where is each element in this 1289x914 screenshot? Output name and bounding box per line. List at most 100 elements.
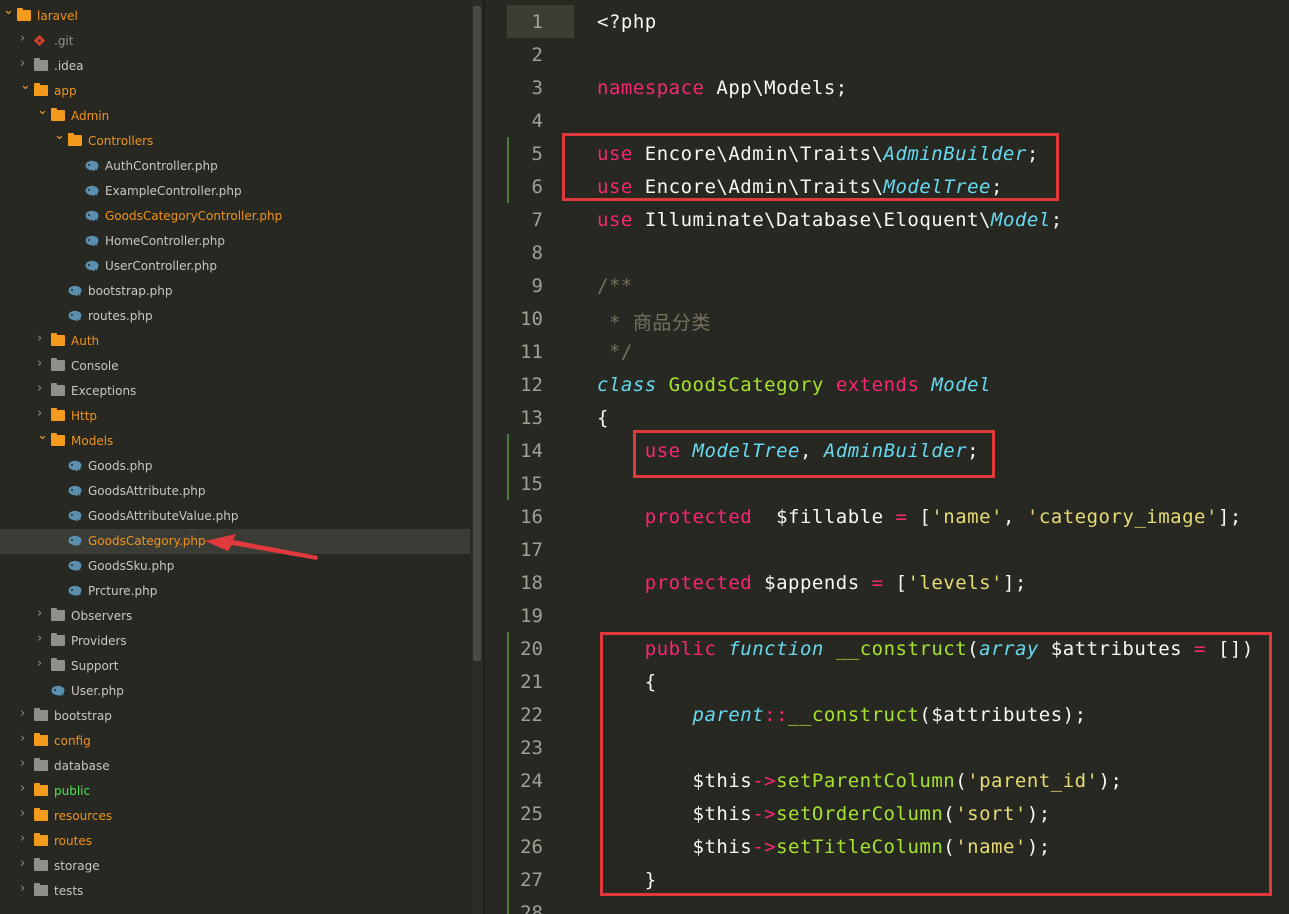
folder-item[interactable]: › bootstrap — [0, 704, 470, 729]
folder-item[interactable]: ⌄ Admin — [0, 104, 470, 129]
chevron-down-icon[interactable]: ⌄ — [20, 79, 31, 92]
file-item[interactable]: AuthController.php — [0, 154, 470, 179]
file-item[interactable]: HomeController.php — [0, 229, 470, 254]
tree-item-label: Goods.php — [88, 459, 153, 473]
code-line: 2 — [485, 38, 1289, 71]
file-item[interactable]: UserController.php — [0, 254, 470, 279]
php-file-icon — [85, 160, 99, 171]
folder-item[interactable]: › routes — [0, 829, 470, 854]
folder-item[interactable]: ⌄ laravel — [0, 4, 470, 29]
chevron-right-icon[interactable]: › — [20, 832, 29, 845]
folder-item[interactable]: ⌄ app — [0, 79, 470, 104]
chevron-right-icon[interactable]: › — [20, 707, 29, 720]
line-number: 10 — [520, 308, 543, 330]
tree-item-label: app — [54, 84, 77, 98]
line-number: 23 — [520, 737, 543, 759]
code-line: 9 /** — [485, 269, 1289, 302]
line-number: 24 — [520, 770, 543, 792]
chevron-down-icon[interactable]: ⌄ — [54, 129, 65, 142]
file-item[interactable]: routes.php — [0, 304, 470, 329]
folder-item[interactable]: › Http — [0, 404, 470, 429]
tree-item-label: Admin — [71, 109, 110, 123]
folder-icon — [34, 58, 48, 71]
file-item[interactable]: bootstrap.php — [0, 279, 470, 304]
line-number: 22 — [520, 704, 543, 726]
file-item[interactable]: User.php — [0, 679, 470, 704]
file-item[interactable]: GoodsCategory.php — [0, 529, 470, 554]
chevron-right-icon[interactable]: › — [20, 57, 29, 70]
chevron-down-icon[interactable]: ⌄ — [37, 429, 48, 442]
file-item[interactable]: Goods.php — [0, 454, 470, 479]
tree-item-label: bootstrap.php — [88, 284, 173, 298]
chevron-down-icon[interactable]: ⌄ — [3, 4, 14, 17]
folder-item[interactable]: › .idea — [0, 54, 470, 79]
folder-item[interactable]: › Providers — [0, 629, 470, 654]
php-file-icon — [68, 585, 82, 596]
tree-item-label: routes.php — [88, 309, 153, 323]
line-number: 26 — [520, 836, 543, 858]
chevron-right-icon[interactable]: › — [20, 807, 29, 820]
folder-icon — [34, 858, 48, 871]
folder-item[interactable]: › config — [0, 729, 470, 754]
chevron-right-icon[interactable]: › — [20, 732, 29, 745]
tree-item-label: Providers — [71, 634, 127, 648]
chevron-right-icon[interactable]: › — [37, 407, 46, 420]
folder-item[interactable]: › Auth — [0, 329, 470, 354]
chevron-right-icon[interactable]: › — [37, 332, 46, 345]
file-item[interactable]: GoodsAttributeValue.php — [0, 504, 470, 529]
chevron-right-icon[interactable]: › — [37, 607, 46, 620]
chevron-right-icon[interactable]: › — [37, 357, 46, 370]
code-line: 3 namespace App\Models; — [485, 71, 1289, 104]
tree-item-label: resources — [54, 809, 113, 823]
chevron-right-icon[interactable]: › — [20, 757, 29, 770]
file-item[interactable]: GoodsAttribute.php — [0, 479, 470, 504]
folder-item[interactable]: › Console — [0, 354, 470, 379]
line-number: 27 — [520, 869, 543, 891]
chevron-right-icon[interactable]: › — [20, 32, 29, 45]
code-text: <?php — [597, 11, 657, 33]
code-text: */ — [597, 341, 633, 363]
tree-item-label: tests — [54, 884, 84, 898]
code-editor[interactable]: 1 <?php 2 3 namespace App\Models; 4 5 use Encor… — [485, 0, 1289, 914]
php-file-icon — [85, 260, 99, 271]
folder-item[interactable]: › database — [0, 754, 470, 779]
code-line: 1 <?php — [485, 5, 1289, 38]
tree-item-label: GoodsAttribute.php — [88, 484, 206, 498]
folder-item[interactable]: › resources — [0, 804, 470, 829]
folder-item[interactable]: ⌄ Models — [0, 429, 470, 454]
chevron-right-icon[interactable]: › — [20, 882, 29, 895]
folder-icon — [51, 633, 65, 646]
tree-item-label: Auth — [71, 334, 100, 348]
file-item[interactable]: GoodsCategoryController.php — [0, 204, 470, 229]
tree-item-label: Models — [71, 434, 114, 448]
folder-item[interactable]: › Exceptions — [0, 379, 470, 404]
code-line: 28 — [485, 896, 1289, 914]
folder-item[interactable]: › public — [0, 779, 470, 804]
file-item[interactable]: Prcture.php — [0, 579, 470, 604]
folder-item[interactable]: › storage — [0, 854, 470, 879]
code-line: 16 protected $fillable = ['name', 'categ… — [485, 500, 1289, 533]
tree-item-label: storage — [54, 859, 100, 873]
line-number: 25 — [520, 803, 543, 825]
chevron-down-icon[interactable]: ⌄ — [37, 104, 48, 117]
tree-item-label: GoodsCategoryController.php — [105, 209, 283, 223]
chevron-right-icon[interactable]: › — [20, 782, 29, 795]
folder-item[interactable]: › tests — [0, 879, 470, 904]
folder-icon — [51, 658, 65, 671]
chevron-right-icon[interactable]: › — [20, 857, 29, 870]
code-line: 7 use Illuminate\Database\Eloquent\Model; — [485, 203, 1289, 236]
tree-item-label: Controllers — [88, 134, 154, 148]
chevron-right-icon[interactable]: › — [37, 657, 46, 670]
chevron-right-icon[interactable]: › — [37, 632, 46, 645]
line-number: 12 — [520, 374, 543, 396]
tree-item-label: database — [54, 759, 110, 773]
folder-item[interactable]: ⌄ Controllers — [0, 129, 470, 154]
tree-item-label: bootstrap — [54, 709, 112, 723]
folder-item[interactable]: › Observers — [0, 604, 470, 629]
sidebar-scrollbar-thumb[interactable] — [473, 6, 481, 661]
folder-item[interactable]: › .git — [0, 29, 470, 54]
file-item[interactable]: ExampleController.php — [0, 179, 470, 204]
file-item[interactable]: GoodsSku.php — [0, 554, 470, 579]
chevron-right-icon[interactable]: › — [37, 382, 46, 395]
folder-item[interactable]: › Support — [0, 654, 470, 679]
